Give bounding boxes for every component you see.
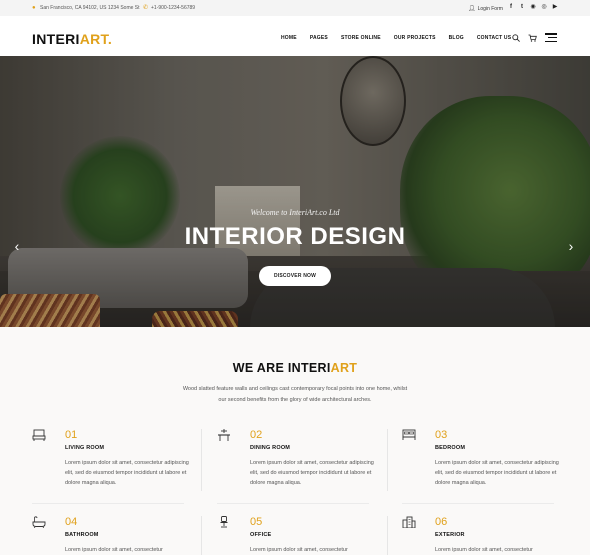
feature-item: 05 OFFICE Lorem ipsum dolor sit amet, co… xyxy=(217,516,387,555)
feature-item: 02 DINING ROOM Lorem ipsum dolor sit ame… xyxy=(217,429,387,499)
nav-item-our-projects[interactable]: OUR PROJECTS xyxy=(394,35,436,41)
divider xyxy=(402,503,554,504)
social-links: f t ◉ ◎ ▶ xyxy=(508,4,558,10)
feature-number: 02 xyxy=(250,429,263,441)
dining-table-icon xyxy=(218,429,230,441)
feature-item: 04 BATHROOM Lorem ipsum dolor sit amet, … xyxy=(32,516,202,555)
divider xyxy=(201,429,202,491)
feature-number: 05 xyxy=(250,516,263,528)
feature-number: 03 xyxy=(435,429,448,441)
feature-item: 01 LIVING ROOM Lorem ipsum dolor sit ame… xyxy=(32,429,202,499)
slider-prev-arrow-icon[interactable]: ‹ xyxy=(12,239,22,253)
feature-title: BEDROOM xyxy=(435,445,466,451)
feature-description: Lorem ipsum dolor sit amet, consectetur … xyxy=(435,460,559,486)
search-icon[interactable] xyxy=(512,33,520,42)
user-icon: 👤︎ xyxy=(468,6,476,12)
youtube-icon[interactable]: ▶ xyxy=(552,4,558,10)
feature-description: Lorem ipsum dolor sit amet, consectetur … xyxy=(250,460,374,486)
facebook-icon[interactable]: f xyxy=(508,4,514,10)
tv-stand-icon xyxy=(32,429,46,441)
section-title: WE ARE INTERIART xyxy=(0,361,590,375)
site-logo[interactable]: INTERI ART. xyxy=(32,31,112,47)
login-link[interactable]: 👤︎ Login Form xyxy=(468,5,503,13)
feature-title: EXTERIOR xyxy=(435,532,465,538)
feature-title: BATHROOM xyxy=(65,532,99,538)
header-actions xyxy=(512,33,557,42)
hero-tagline: Welcome to InteriArt.co Ltd xyxy=(250,208,340,217)
section-title-accent: ART xyxy=(330,361,358,375)
phone-info[interactable]: ✆ +1-900-1234-56789 xyxy=(143,5,195,11)
bathtub-icon xyxy=(32,516,46,528)
bed-icon xyxy=(402,429,416,440)
discover-now-button[interactable]: DISCOVER NOW xyxy=(259,266,331,286)
divider xyxy=(201,516,202,555)
divider xyxy=(32,503,184,504)
divider xyxy=(387,516,388,555)
hero-title: INTERIOR DESIGN xyxy=(184,223,406,250)
nav-item-pages[interactable]: PAGES xyxy=(310,35,328,41)
cart-icon[interactable] xyxy=(528,34,537,42)
nav-item-blog[interactable]: BLOG xyxy=(449,35,464,41)
slider-next-arrow-icon[interactable]: › xyxy=(566,239,576,253)
phone-text[interactable]: +1-900-1234-56789 xyxy=(151,5,195,11)
instagram-icon[interactable]: ◎ xyxy=(541,4,547,10)
feature-description: Lorem ipsum dolor sit amet, consectetur … xyxy=(65,460,189,486)
logo-main: INTERI xyxy=(32,31,80,47)
feature-title: LIVING ROOM xyxy=(65,445,105,451)
feature-item: 06 EXTERIOR Lorem ipsum dolor sit amet, … xyxy=(402,516,572,555)
location-pin-icon: ● xyxy=(32,5,36,11)
feature-title: DINING ROOM xyxy=(250,445,291,451)
twitter-icon[interactable]: t xyxy=(519,4,525,10)
feature-number: 01 xyxy=(65,429,78,441)
feature-description: Lorem ipsum dolor sit amet, consectetur xyxy=(65,547,163,553)
hero-overlay xyxy=(0,56,590,327)
address-text: San Francisco, CA 94102, US 1234 Some St xyxy=(40,5,140,11)
section-intro: Wood slatted feature walls and ceilings … xyxy=(182,386,408,403)
nav-item-store-online[interactable]: STORE ONLINE xyxy=(341,35,381,41)
building-icon xyxy=(402,516,416,528)
feature-number: 06 xyxy=(435,516,448,528)
login-label[interactable]: Login Form xyxy=(478,6,503,12)
nav-item-home[interactable]: HOME xyxy=(281,35,297,41)
hero-slider: Welcome to InteriArt.co Ltd INTERIOR DES… xyxy=(0,56,590,327)
menu-toggle-icon[interactable] xyxy=(545,33,557,42)
divider xyxy=(387,429,388,491)
feature-title: OFFICE xyxy=(250,532,272,538)
office-chair-icon xyxy=(220,516,228,528)
main-nav: HOME PAGES STORE ONLINE OUR PROJECTS BLO… xyxy=(281,35,524,41)
feature-description: Lorem ipsum dolor sit amet, consectetur xyxy=(435,547,533,553)
section-title-main: WE ARE INTERI xyxy=(232,361,331,375)
feature-number: 04 xyxy=(65,516,78,528)
address-info: ● San Francisco, CA 94102, US 1234 Some … xyxy=(32,5,140,11)
about-section: WE ARE INTERIART Wood slatted feature wa… xyxy=(0,327,590,555)
top-bar: ● San Francisco, CA 94102, US 1234 Some … xyxy=(0,0,590,16)
github-icon[interactable]: ◉ xyxy=(530,4,536,10)
feature-description: Lorem ipsum dolor sit amet, consectetur xyxy=(250,547,348,553)
phone-icon: ✆ xyxy=(143,5,149,11)
divider xyxy=(217,503,369,504)
site-header: INTERI ART. HOME PAGES STORE ONLINE OUR P… xyxy=(0,16,590,56)
feature-item: 03 BEDROOM Lorem ipsum dolor sit amet, c… xyxy=(402,429,572,499)
logo-accent: ART. xyxy=(79,31,113,47)
nav-item-contact-us[interactable]: CONTACT US xyxy=(477,35,511,41)
